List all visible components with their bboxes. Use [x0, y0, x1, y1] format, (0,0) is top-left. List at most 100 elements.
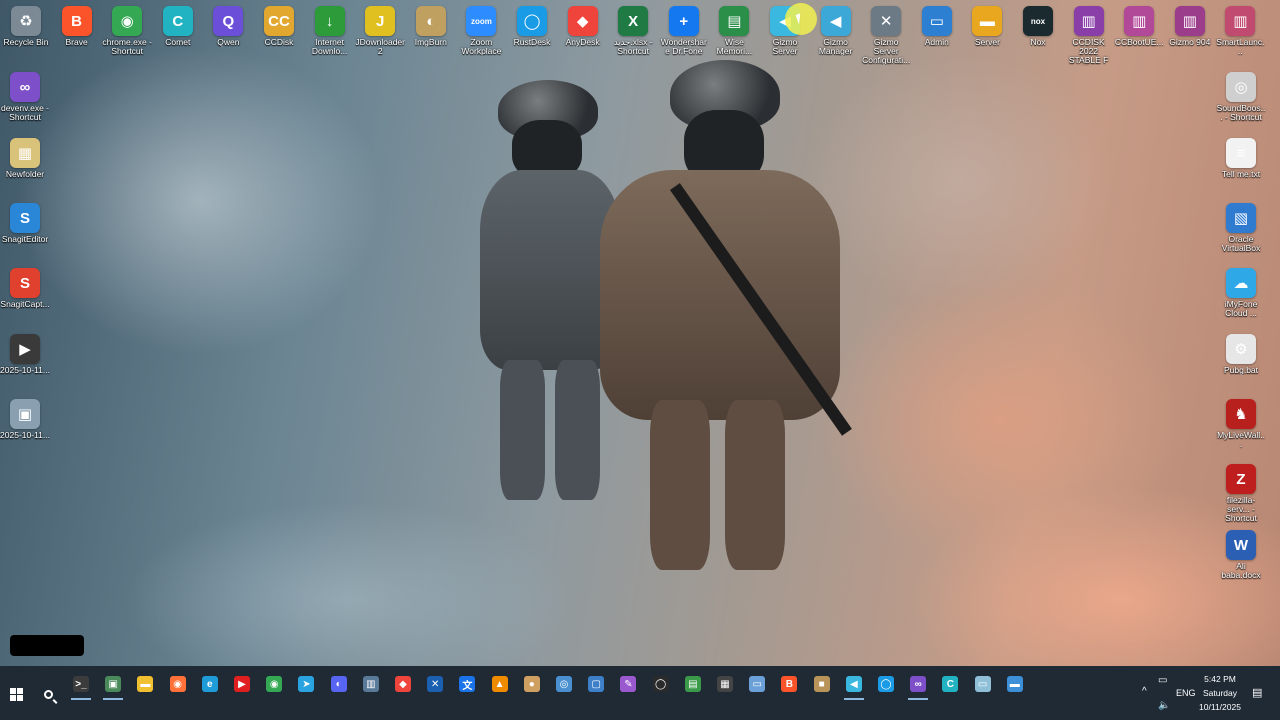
desktop-icon[interactable]: ♞ MyLiveWall... — [1216, 395, 1266, 449]
desktop-icon-label: SoundBoos... - Shortcut — [1216, 104, 1266, 122]
desktop-icon[interactable]: ≡ Tell me.txt — [1216, 134, 1266, 179]
desktop-icon[interactable]: Q Qwen — [203, 2, 253, 47]
taskbar-app-button[interactable]: ∞ — [903, 670, 933, 700]
taskbar-app-button[interactable]: ✎ — [613, 670, 643, 698]
desktop-icon[interactable]: ▥ CCBootUE... — [1114, 2, 1164, 47]
desktop-icon[interactable]: ▬ Server — [962, 2, 1012, 47]
brave-icon: B — [61, 6, 92, 36]
desktop-icon[interactable]: ▤ Wise Memori... — [709, 2, 759, 56]
desktop-icon[interactable]: ▶ 2025-10-11... — [0, 330, 50, 375]
desktop-icon[interactable]: ⚙ Pubg.bat — [1216, 330, 1266, 375]
system-clock[interactable]: 5:42 PM Saturday 10/11/2025 — [1193, 672, 1247, 714]
desktop-icon[interactable]: Zfilezilla-serv... - Shortcut — [1216, 460, 1266, 523]
taskbar-app-button[interactable]: ▭ — [968, 670, 998, 698]
desktop-icon[interactable]: S SnagitCapt... — [0, 264, 50, 309]
desktop-icon[interactable]: ▦ Newfolder — [0, 134, 50, 179]
desktop-icon[interactable]: ♻ Recycle Bin — [1, 2, 51, 47]
rustdesk-icon: ◯ — [878, 676, 894, 692]
taskbar: >_ ▣ ▬ ◉ e ▶ ◉ ➤ ◐ ▥ ◆ ✕ 文 ▲ ● ◎ ▢ ✎ ◯ ▤ ▦ ▭ B ■ ◀ ◯ ∞ C ▭ ▬ ^ ▭ 🔈 EN… — [0, 666, 1280, 720]
desktop-icon[interactable]: ▣ 2025-10-11... — [0, 395, 50, 440]
taskbar-app-button[interactable]: ▢ — [581, 670, 611, 698]
media-player-icon: ● — [523, 676, 540, 692]
desktop-icon[interactable]: zoom Zoom Workplace — [456, 2, 506, 56]
jdownloader-icon: J — [365, 6, 396, 36]
taskbar-app-button[interactable]: ▶ — [227, 670, 257, 698]
desktop-icon[interactable]: ∞ devenv.exe - Shortcut — [0, 68, 50, 122]
desktop-icon[interactable]: ▥CCDISK 2022 STABLE F U... — [1064, 2, 1114, 66]
imyfone-icon: ☁ — [1226, 268, 1256, 298]
taskbar-app-button[interactable]: ◎ — [549, 670, 579, 698]
window-icon: ▬ — [1006, 676, 1023, 692]
start-button[interactable] — [0, 674, 32, 714]
desktop-icon[interactable]: ◆ AnyDesk — [558, 2, 608, 47]
desktop-icon[interactable]: ▥ Gizmo 904 — [1165, 2, 1215, 47]
desktop-wallpaper — [0, 0, 1280, 666]
visual-studio-icon: ∞ — [10, 72, 40, 102]
taskbar-app-button[interactable]: C — [935, 670, 965, 698]
search-button[interactable] — [32, 674, 64, 714]
desktop-icon[interactable]: ◯ RustDesk — [507, 2, 557, 47]
desktop-icon-label: Newfolder — [5, 170, 45, 179]
rustdesk-icon: ◯ — [517, 6, 547, 36]
desktop-icon[interactable]: nox Nox — [1013, 2, 1063, 47]
taskbar-app-button[interactable]: ◯ — [646, 670, 676, 698]
edge-icon: e — [201, 676, 218, 692]
taskbar-app-button[interactable]: ▬ — [130, 670, 160, 698]
taskbar-app-button[interactable]: ● — [517, 670, 547, 698]
taskbar-app-button[interactable]: ◉ — [163, 670, 193, 698]
desktop-icon[interactable]: CC CCDisk — [254, 2, 304, 47]
imgburn-icon: ◐ — [415, 6, 446, 36]
taskbar-app-button[interactable]: ▦ — [710, 670, 740, 698]
winrar-icon: ▥ — [1124, 6, 1155, 36]
taskbar-app-button[interactable]: ◯ — [871, 670, 901, 698]
desktop-icon-label: Qwen — [217, 38, 240, 47]
desktop-icon[interactable]: ◀ Gizmo Manager — [811, 2, 861, 56]
desktop-icon[interactable]: ▧ Oracle VirtualBox — [1216, 199, 1266, 253]
desktop-icon[interactable]: + Wondershare Dr.Fone — [659, 2, 709, 56]
taskbar-app-button[interactable]: ▣ — [98, 670, 128, 700]
video-file-icon: ▶ — [10, 334, 40, 364]
taskbar-app-button[interactable]: >_ — [66, 670, 96, 700]
network-icon[interactable]: ▭ — [1158, 675, 1167, 686]
desktop-icon[interactable]: X جدید.xlsx - Shortcut — [608, 2, 658, 56]
taskbar-app-button[interactable]: ◐ — [324, 670, 354, 698]
taskbar-app-button[interactable]: e — [195, 670, 225, 698]
desktop-icon[interactable]: ◐ ImgBurn — [406, 2, 456, 47]
wallpaper-soldier-front — [560, 60, 860, 580]
taskbar-app-button[interactable]: ▲ — [485, 670, 515, 698]
desktop-icon[interactable]: S SnagitEditor — [0, 199, 50, 244]
desktop-icon[interactable]: ▭ Admin — [912, 2, 962, 47]
taskbar-app-button[interactable]: ◀ — [839, 670, 869, 700]
taskbar-app-button[interactable]: B — [774, 670, 804, 698]
desktop-icon[interactable]: J JDownloader 2 — [355, 2, 405, 56]
taskbar-app-button[interactable]: ▥ — [356, 670, 386, 698]
desktop-icon[interactable]: ☁ iMyFone Cloud ... — [1216, 264, 1266, 318]
taskbar-app-button[interactable]: ➤ — [291, 670, 321, 698]
desktop-icon[interactable]: B Brave — [52, 2, 102, 47]
desktop-icon[interactable]: ▥ SmartLaunc... — [1215, 2, 1265, 56]
taskbar-app-button[interactable]: ◉ — [259, 670, 289, 698]
desktop-icon[interactable]: ↓ Internet Downlo... — [305, 2, 355, 56]
taskbar-app-button[interactable]: ◆ — [388, 670, 418, 698]
notification-center-icon[interactable]: ▤ — [1252, 686, 1262, 699]
desktop-icon[interactable]: ✕ Gizmo Server Configurati... — [861, 2, 911, 65]
control-panel-icon: ▣ — [105, 676, 122, 692]
show-hidden-icons-button[interactable]: ^ — [1142, 686, 1147, 697]
snip-icon: ▢ — [588, 676, 605, 692]
volume-icon[interactable]: 🔈 — [1158, 700, 1170, 711]
excel-icon: X — [618, 6, 649, 36]
winrar-icon: ▥ — [362, 676, 379, 692]
taskbar-app-button[interactable]: ■ — [807, 670, 837, 698]
desktop-icon-label: جدید.xlsx - Shortcut — [613, 38, 653, 56]
desktop-icon[interactable]: C Comet — [153, 2, 203, 47]
package-icon: ■ — [813, 676, 830, 692]
taskbar-app-button[interactable]: ▤ — [678, 670, 708, 698]
taskbar-app-button[interactable]: ▭ — [742, 670, 772, 698]
desktop-icon[interactable]: W Ali baba.docx — [1216, 526, 1266, 580]
desktop-icon[interactable]: ◉ chrome.exe - Shortcut — [102, 2, 152, 56]
desktop-icon-label: Server — [974, 38, 1000, 47]
taskbar-app-button[interactable]: 文 — [452, 670, 482, 698]
taskbar-app-button[interactable]: ✕ — [420, 670, 450, 698]
taskbar-app-button[interactable]: ▬ — [1000, 670, 1030, 698]
desktop-icon[interactable]: ◎ SoundBoos... - Shortcut — [1216, 68, 1266, 122]
